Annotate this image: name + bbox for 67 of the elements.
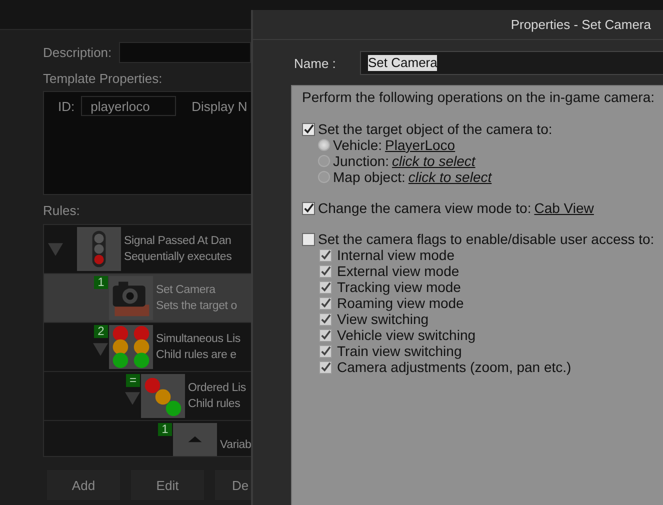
number-steps-icon [141, 374, 185, 418]
rule-row[interactable]: 2 Simultaneous Lis Child rules are e [44, 323, 251, 372]
checkbox[interactable] [319, 296, 332, 310]
checkbox[interactable] [319, 344, 332, 358]
rule-number-badge: 1 [158, 423, 172, 436]
flag-label: Train view switching [337, 343, 462, 359]
rule-title: Variab [220, 438, 251, 453]
rule-description: Child rules [188, 397, 242, 412]
target-link[interactable]: click to select [392, 153, 476, 169]
checkbox[interactable] [319, 328, 332, 342]
action-button[interactable]: De [215, 470, 251, 500]
rule-description: Child rules are e [156, 348, 238, 363]
flag-label: Camera adjustments (zoom, pan etc.) [337, 359, 572, 375]
option-label: Set the target object of the camera to: [318, 121, 552, 137]
display-name-label: Display N [192, 98, 248, 114]
radio-button[interactable] [318, 155, 330, 167]
checkbox[interactable] [302, 202, 315, 214]
action-button[interactable]: Edit [131, 470, 204, 500]
flag-label: External view mode [337, 263, 460, 279]
option-label: Set the camera flags to enable/disable user access to: [318, 231, 654, 247]
option-label: Vehicle: [333, 137, 382, 153]
radio-button[interactable] [318, 171, 330, 183]
template-properties-label: Template Properties: [43, 71, 164, 86]
checkbox[interactable] [302, 232, 315, 246]
rule-title: Set Camera [156, 283, 216, 298]
target-link[interactable]: PlayerLoco [385, 137, 456, 153]
option-label: Junction: [333, 153, 390, 169]
rule-number-badge: 1 [94, 276, 108, 289]
radio-button[interactable] [318, 139, 330, 151]
rule-description: Sequentially executes [124, 250, 232, 265]
target-link[interactable]: click to select [408, 169, 492, 185]
description-label: Description: [43, 45, 113, 60]
id-label: ID: [58, 98, 75, 114]
rule-number-badge: 2 [94, 325, 108, 338]
traffic-light-icon [77, 227, 121, 271]
rule-number-badge: = [126, 374, 140, 387]
flag-label: Tracking view mode [337, 279, 461, 295]
checkbox[interactable] [302, 122, 315, 136]
flag-label: Roaming view mode [337, 295, 464, 311]
checkbox[interactable] [319, 264, 332, 278]
camera-icon [109, 276, 153, 320]
id-field[interactable]: playerloco [80, 96, 176, 116]
checkbox[interactable] [319, 248, 332, 262]
rule-description: Sets the target o [156, 299, 237, 314]
flag-label: View switching [337, 311, 429, 327]
rule-row[interactable]: 1 Set Camera Sets the target o [44, 274, 251, 323]
action-button[interactable]: Add [47, 470, 120, 500]
number-stacks-icon [109, 325, 153, 369]
name-label: Name : [294, 56, 337, 70]
flag-label: Vehicle view switching [337, 327, 476, 343]
rule-title: Simultaneous Lis [156, 332, 240, 347]
rule-title: Ordered Lis [188, 381, 246, 396]
view-mode-link[interactable]: Cab View [534, 200, 594, 216]
option-label: Map object: [333, 169, 406, 185]
rule-row[interactable]: Signal Passed At Dan Sequentially executes [44, 225, 251, 274]
checkbox[interactable] [319, 360, 332, 374]
flag-label: Internal view mode [337, 247, 455, 263]
rule-row[interactable]: = Ordered Lis Child rules [44, 372, 251, 421]
rule-row[interactable]: 1 Variab [44, 421, 251, 456]
checkbox[interactable] [319, 312, 332, 326]
rule-title: Signal Passed At Dan [124, 234, 232, 249]
rules-label: Rules: [43, 203, 81, 218]
description-field[interactable] [119, 42, 251, 63]
intro-text: Perform the following operations on the in-game camera: [302, 88, 656, 106]
checkbox[interactable] [319, 280, 332, 294]
dialog-title: Properties - Set Camera [510, 17, 651, 32]
option-label: Change the camera view mode to: [318, 200, 532, 216]
